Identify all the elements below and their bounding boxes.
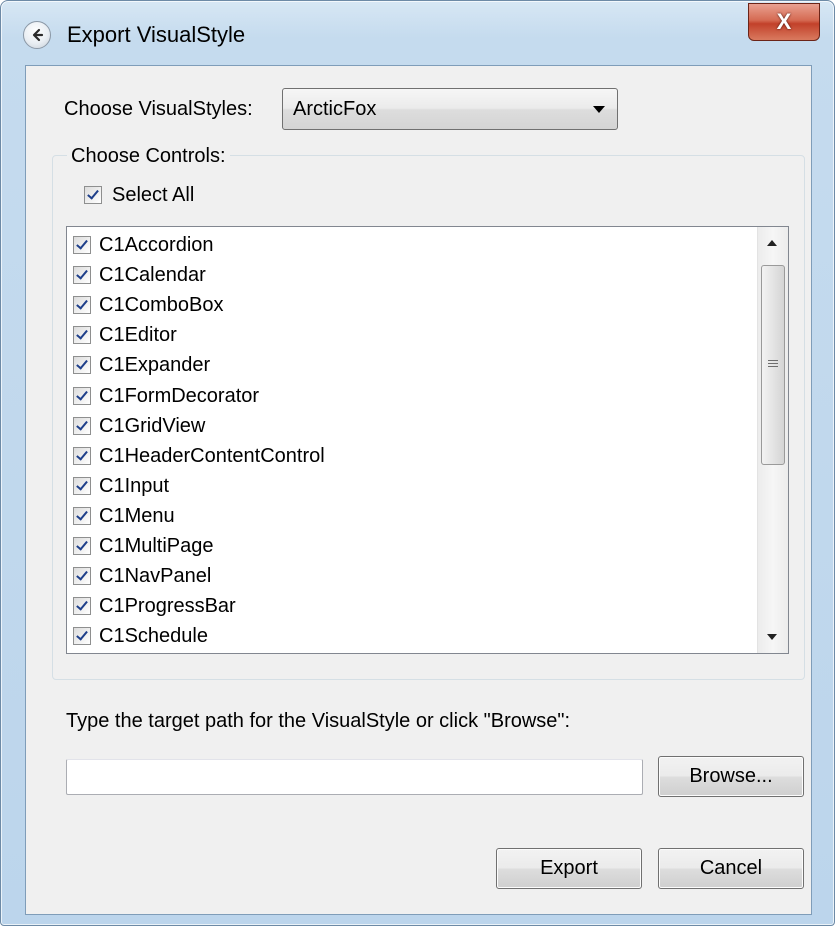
list-item[interactable]: C1Input — [67, 471, 757, 501]
select-all-label: Select All — [112, 184, 195, 206]
grip-icon — [768, 360, 778, 369]
list-item-label: C1ProgressBar — [99, 595, 236, 618]
list-item-label: C1FormDecorator — [99, 384, 260, 407]
list-item[interactable]: C1ProgressBar — [67, 591, 757, 621]
scroll-down-arrow-icon[interactable] — [767, 634, 777, 640]
list-item[interactable]: C1GridView — [67, 411, 757, 441]
checkmark-icon[interactable] — [73, 296, 91, 315]
checkmark-icon[interactable] — [73, 326, 91, 345]
dialog-body: Choose VisualStyles: ArcticFox Choose Co… — [25, 65, 812, 915]
scroll-up-arrow-icon[interactable] — [767, 240, 777, 246]
list-item-label: C1MultiPage — [99, 534, 214, 557]
checkmark-icon[interactable] — [73, 416, 91, 435]
checkmark-icon[interactable] — [73, 446, 91, 465]
close-icon: X — [776, 9, 792, 34]
list-item-label: C1GridView — [99, 414, 206, 437]
controls-checklist[interactable]: C1Accordion C1Calendar C1ComboBox C1Editor C… — [66, 226, 789, 654]
back-arrow-icon — [32, 28, 44, 42]
list-item[interactable]: C1Expander — [67, 350, 757, 380]
list-item[interactable]: C1ComboBox — [67, 290, 757, 320]
checkmark-icon[interactable] — [73, 567, 91, 586]
list-item-label: C1Editor — [99, 324, 177, 347]
list-item-label: C1Calendar — [99, 264, 206, 287]
list-item[interactable]: C1Schedule — [67, 621, 757, 651]
visualstyles-label: Choose VisualStyles: — [64, 98, 253, 120]
list-scrollbar[interactable] — [757, 227, 788, 653]
list-item[interactable]: C1Menu — [67, 501, 757, 531]
checkmark-icon[interactable] — [73, 266, 91, 285]
checkmark-icon[interactable] — [73, 597, 91, 616]
checkmark-icon[interactable] — [73, 236, 91, 255]
list-item-label: C1Input — [99, 474, 170, 497]
checkmark-icon — [84, 186, 102, 204]
list-item-label: C1Schedule — [99, 625, 208, 648]
list-item[interactable]: C1Calendar — [67, 260, 757, 290]
list-item[interactable]: C1HeaderContentControl — [67, 441, 757, 471]
checkmark-icon[interactable] — [73, 386, 91, 405]
select-all-checkbox[interactable]: Select All — [84, 183, 194, 207]
list-item-label: C1Menu — [99, 504, 175, 527]
list-item-label: C1HeaderContentControl — [99, 444, 325, 467]
checkmark-icon[interactable] — [73, 476, 91, 495]
title-bar: Export VisualStyle X — [1, 1, 834, 65]
list-item[interactable]: C1MultiPage — [67, 531, 757, 561]
list-item[interactable]: C1Accordion — [67, 230, 757, 260]
list-item-label: C1Expander — [99, 354, 211, 377]
list-item[interactable]: C1Editor — [67, 320, 757, 350]
scrollbar-thumb[interactable] — [761, 265, 785, 465]
window-title: Export VisualStyle — [67, 22, 246, 47]
list-item-label: C1Accordion — [99, 234, 214, 257]
checkmark-icon[interactable] — [73, 506, 91, 525]
list-item[interactable]: C1NavPanel — [67, 561, 757, 591]
back-button[interactable] — [23, 21, 51, 49]
checkmark-icon[interactable] — [73, 536, 91, 555]
browse-button[interactable]: Browse... — [658, 756, 804, 797]
target-path-input[interactable] — [66, 759, 643, 795]
visualstyles-selected-value: ArcticFox — [293, 98, 377, 120]
controls-list-items: C1Accordion C1Calendar C1ComboBox C1Editor C… — [67, 230, 757, 651]
target-path-label: Type the target path for the VisualStyle… — [66, 710, 571, 732]
visualstyles-dropdown[interactable]: ArcticFox — [282, 88, 618, 130]
export-button[interactable]: Export — [496, 848, 642, 889]
export-visualstyle-dialog: Export VisualStyle X Choose VisualStyles… — [0, 0, 835, 926]
close-button[interactable]: X — [748, 3, 820, 41]
list-item[interactable]: C1FormDecorator — [67, 380, 757, 410]
checkmark-icon[interactable] — [73, 356, 91, 375]
chevron-down-icon — [593, 106, 605, 113]
list-item-label: C1NavPanel — [99, 565, 212, 588]
checkmark-icon[interactable] — [73, 627, 91, 646]
list-item-label: C1ComboBox — [99, 294, 224, 317]
cancel-button[interactable]: Cancel — [658, 848, 804, 889]
choose-controls-legend: Choose Controls: — [67, 145, 230, 167]
